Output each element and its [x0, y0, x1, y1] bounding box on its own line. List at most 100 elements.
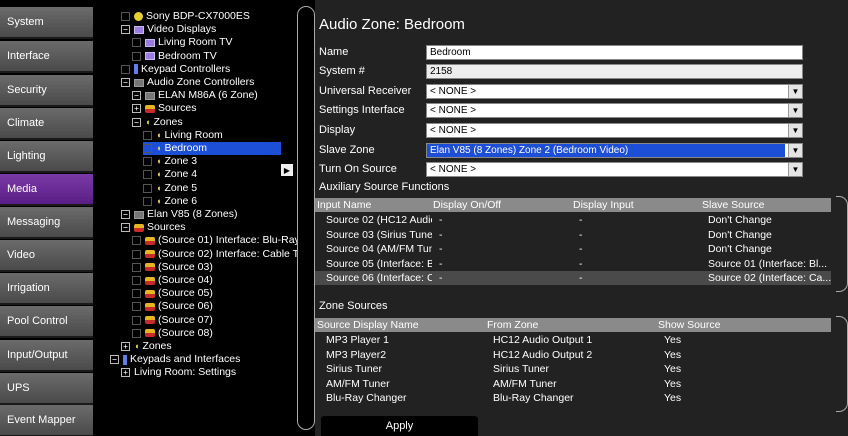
- nav-item-event-mapper[interactable]: Event Mapper: [0, 405, 93, 436]
- collapse-icon[interactable]: −: [121, 25, 130, 35]
- collapse-icon[interactable]: −: [132, 117, 141, 127]
- expand-icon[interactable]: +: [132, 104, 141, 114]
- tree-item[interactable]: (Source 06): [132, 300, 213, 313]
- scrollbar[interactable]: [836, 316, 848, 412]
- tree-item[interactable]: Keypad Controllers: [121, 63, 230, 76]
- tree-item[interactable]: (Source 05): [132, 287, 213, 300]
- table-row[interactable]: Blu-Ray Changer Blu-Ray Changer Yes: [315, 391, 831, 405]
- checkbox[interactable]: [132, 328, 141, 338]
- nav-item-climate[interactable]: Climate: [0, 108, 93, 140]
- checkbox[interactable]: [132, 289, 141, 299]
- universal-receiver-select[interactable]: < NONE > ▼: [426, 84, 803, 99]
- tree-item[interactable]: + Sources: [132, 102, 197, 115]
- tree-item[interactable]: − ◖ Zones: [132, 116, 183, 129]
- expand-icon[interactable]: +: [121, 342, 130, 351]
- chevron-down-icon[interactable]: ▼: [788, 85, 802, 98]
- checkbox[interactable]: [132, 262, 141, 272]
- expand-arrow-icon[interactable]: ▶: [281, 164, 293, 176]
- nav-item-irrigation[interactable]: Irrigation: [0, 273, 93, 305]
- checkbox[interactable]: [132, 302, 141, 312]
- tree-item[interactable]: (Source 01) Interface: Blu-Ray: [132, 234, 297, 247]
- slave-zone-select[interactable]: Elan V85 (8 Zones) Zone 2 (Bedroom Video…: [426, 143, 803, 158]
- nav-item-video[interactable]: Video: [0, 240, 93, 272]
- checkbox[interactable]: [143, 130, 152, 140]
- apply-button[interactable]: Apply: [321, 416, 478, 436]
- nav-item-messaging[interactable]: Messaging: [0, 207, 93, 239]
- column-header[interactable]: Source Display Name: [317, 318, 419, 332]
- checkbox[interactable]: [143, 144, 152, 153]
- tree-item[interactable]: ◖ Zone 5: [143, 182, 197, 195]
- expand-icon[interactable]: +: [121, 368, 130, 378]
- tree-item[interactable]: ◖ Living Room: [143, 129, 223, 142]
- settings-interface-select[interactable]: < NONE > ▼: [426, 103, 803, 118]
- collapse-icon[interactable]: −: [121, 223, 130, 233]
- checkbox[interactable]: [132, 236, 141, 246]
- tree-item[interactable]: − Sources: [121, 221, 186, 234]
- checkbox[interactable]: [121, 64, 130, 74]
- tree-item[interactable]: (Source 03): [132, 261, 213, 274]
- system--field[interactable]: 2158: [426, 64, 803, 79]
- column-header[interactable]: Show Source: [658, 318, 720, 332]
- chevron-down-icon[interactable]: ▼: [788, 163, 802, 176]
- tree-item[interactable]: Sony BDP-CX7000ES: [121, 10, 250, 23]
- tree-item[interactable]: ◖ Zone 3: [143, 155, 197, 168]
- column-header[interactable]: Display Input: [573, 198, 634, 212]
- chevron-down-icon[interactable]: ▼: [788, 124, 802, 137]
- collapse-icon[interactable]: −: [132, 91, 141, 101]
- tree-item[interactable]: − Elan V85 (8 Zones): [121, 208, 237, 221]
- scrollbar[interactable]: [836, 196, 848, 292]
- table-row[interactable]: AM/FM Tuner AM/FM Tuner Yes: [315, 377, 831, 391]
- table-row[interactable]: Sirius Tuner Sirius Tuner Yes: [315, 362, 831, 376]
- checkbox[interactable]: [132, 51, 141, 61]
- table-row[interactable]: Source 03 (Sirius Tuner) - - Don't Change: [315, 228, 831, 242]
- tree-item[interactable]: − ELAN M86A (6 Zone): [132, 89, 258, 102]
- column-header[interactable]: From Zone: [487, 318, 538, 332]
- table-row[interactable]: MP3 Player 1 HC12 Audio Output 1 Yes: [315, 333, 831, 347]
- checkbox[interactable]: [132, 276, 141, 285]
- checkbox[interactable]: [132, 249, 141, 259]
- tree-item[interactable]: ◖ Bedroom: [143, 142, 281, 155]
- table-row[interactable]: MP3 Player2 HC12 Audio Output 2 Yes: [315, 348, 831, 362]
- table-row[interactable]: Source 06 (Interface: Ca...--Source 02 (…: [315, 271, 831, 286]
- nav-item-input-output[interactable]: Input/Output: [0, 340, 93, 372]
- nav-item-pool-control[interactable]: Pool Control: [0, 306, 93, 338]
- tree-item[interactable]: (Source 02) Interface: Cable T: [132, 248, 297, 261]
- nav-item-security[interactable]: Security: [0, 75, 93, 107]
- nav-item-media[interactable]: Media: [0, 174, 93, 206]
- chevron-down-icon[interactable]: ▼: [788, 144, 802, 157]
- tree-item[interactable]: Bedroom TV: [132, 50, 217, 63]
- checkbox[interactable]: [121, 12, 130, 21]
- checkbox[interactable]: [143, 157, 152, 167]
- nav-item-interface[interactable]: Interface: [0, 41, 93, 73]
- chevron-down-icon[interactable]: ▼: [788, 104, 802, 117]
- tree-item[interactable]: (Source 08): [132, 327, 213, 340]
- table-row[interactable]: Source 05 (Interface: Bl...--Source 01 (…: [315, 257, 831, 271]
- tree-item[interactable]: − Keypads and Interfaces: [110, 353, 240, 366]
- display-select[interactable]: < NONE > ▼: [426, 123, 803, 138]
- nav-item-system[interactable]: System: [0, 7, 93, 39]
- checkbox[interactable]: [143, 196, 152, 206]
- column-header[interactable]: Input Name: [317, 198, 371, 212]
- turn-on-source-select[interactable]: < NONE > ▼: [426, 162, 803, 177]
- name-field[interactable]: Bedroom: [426, 45, 803, 60]
- checkbox[interactable]: [143, 183, 152, 193]
- column-header[interactable]: Display On/Off: [433, 198, 501, 212]
- tree-item[interactable]: ◖ Zone 6: [143, 195, 197, 208]
- table-row[interactable]: Source 04 (AM/FM Tuner)--Don't Change: [315, 242, 831, 256]
- tree-item[interactable]: − Audio Zone Controllers: [121, 76, 254, 89]
- tree-item[interactable]: − Video Displays: [121, 23, 216, 36]
- panel-splitter[interactable]: [297, 6, 315, 430]
- checkbox[interactable]: [143, 170, 152, 180]
- tree-item[interactable]: ◖ Zone 4: [143, 168, 197, 181]
- tree-item[interactable]: (Source 07): [132, 314, 213, 327]
- tree-item[interactable]: Living Room TV: [132, 36, 233, 49]
- collapse-icon[interactable]: −: [110, 355, 119, 365]
- tree-item[interactable]: (Source 04): [132, 274, 213, 287]
- tree-item[interactable]: + ◖ Zones: [121, 340, 172, 353]
- collapse-icon[interactable]: −: [121, 210, 130, 219]
- checkbox[interactable]: [132, 315, 141, 325]
- nav-item-lighting[interactable]: Lighting: [0, 141, 93, 173]
- collapse-icon[interactable]: −: [121, 78, 130, 87]
- column-header[interactable]: Slave Source: [702, 198, 764, 212]
- checkbox[interactable]: [132, 38, 141, 48]
